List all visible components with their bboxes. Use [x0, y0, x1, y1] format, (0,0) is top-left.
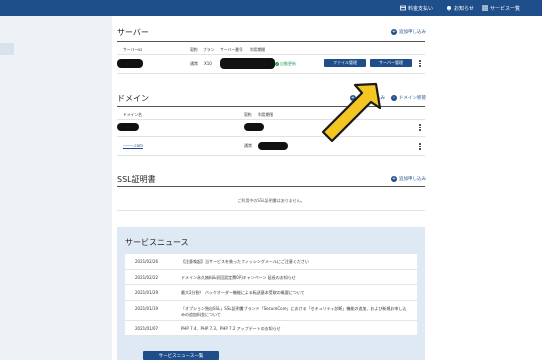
service-list-label: サービス一覧: [490, 5, 521, 12]
news-date: 2021/02/22: [135, 274, 159, 280]
news-item[interactable]: 2021/02/22 ドメイン永久無料&初回設定費0円キャンペーン 延長のお知ら…: [125, 270, 417, 285]
service-news-panel: サービスニュース 2021/02/26 【注意喚起】当サービスを装ったフィッシン…: [117, 227, 425, 360]
news-item[interactable]: 2021/01/07 PHP 7.4、PHP 7.3、PHP 7.2 アップデー…: [125, 321, 417, 336]
notifications-link[interactable]: お知らせ: [446, 3, 474, 13]
server-plan: X10: [204, 61, 212, 66]
notifications-label: お知らせ: [454, 5, 474, 12]
ssl-add-link[interactable]: + 追加申し込み: [391, 176, 426, 182]
ssl-row-divider: [117, 210, 425, 211]
grid-icon: [482, 5, 488, 11]
plus-circle-icon: +: [391, 29, 397, 35]
news-title: サービスニュース: [125, 238, 189, 247]
right-panel: [430, 16, 542, 360]
server-row-divider: [117, 73, 425, 74]
news-item[interactable]: 2021/01/29 最大2分割！ バックオーダー機能による転送基本受取の概要に…: [125, 285, 417, 301]
col-header-domain-period: 利用期限: [258, 112, 274, 117]
server-add-label: 追加申し込み: [399, 30, 426, 35]
news-text: 「オプション独自SSL」SSL証明書ブランド「SecureCore」における「セ…: [181, 305, 407, 317]
yellow-arrow-annotation: [321, 82, 382, 143]
news-date: 2021/01/19: [135, 305, 159, 311]
server-header-divider: [117, 54, 425, 55]
server-more-icon[interactable]: [419, 60, 421, 67]
domain-name-link[interactable]: -------.com: [123, 143, 143, 148]
payment-link[interactable]: 料金支払い: [400, 3, 433, 13]
domain-more-icon[interactable]: [419, 124, 421, 131]
server-add-link[interactable]: + 追加申し込み: [391, 29, 426, 35]
redacted-domain-name: [117, 123, 139, 131]
col-header-domain-contract: 契約: [244, 112, 252, 117]
server-contract: 通常: [190, 61, 198, 66]
server-divider: [117, 41, 425, 42]
col-header-domain-name: ドメイン名: [123, 112, 142, 117]
redacted-server-number: [220, 58, 275, 69]
col-header-plan: プラン: [203, 47, 215, 52]
col-header-contract: 契約: [190, 47, 198, 52]
left-sidebar: [0, 16, 95, 360]
payment-icon: [400, 5, 406, 11]
auto-renew-status: ✓ 自動更新: [275, 61, 296, 67]
domain-contract: 通常: [244, 143, 252, 148]
auto-renew-label: 自動更新: [280, 61, 296, 66]
news-text: ドメイン永久無料&初回設定費0円キャンペーン 延長のお知らせ: [181, 274, 296, 280]
news-date: 2021/01/07: [135, 325, 159, 331]
redacted-domain-period: [258, 142, 288, 150]
plus-circle-icon: +: [391, 176, 397, 182]
news-text: 【注意喚起】当サービスを装ったフィッシングメールにご注意ください: [181, 259, 309, 264]
news-list-button[interactable]: サービスニュース一覧: [143, 351, 219, 360]
ssl-add-label: 追加申し込み: [399, 177, 426, 182]
domain-row-divider-2: [117, 155, 425, 156]
col-header-server-number: サーバー番号: [220, 47, 243, 52]
news-text: 最大2分割！ バックオーダー機能による転送基本受取の概要について: [181, 290, 305, 295]
sidebar-active-indicator: [0, 43, 14, 55]
news-list: 2021/02/26 【注意喚起】当サービスを装ったフィッシングメールにご注意く…: [125, 254, 417, 336]
service-list-link[interactable]: サービス一覧: [482, 3, 520, 13]
bell-icon: [447, 6, 451, 11]
news-item[interactable]: 2021/01/19 「オプション独自SSL」SSL証明書ブランド「Secure…: [125, 301, 417, 321]
news-date: 2021/02/26: [135, 259, 159, 264]
redacted-server-id: [117, 59, 143, 68]
news-text: PHP 7.4、PHP 7.3、PHP 7.2 アップデートのお知らせ: [181, 325, 281, 331]
domain-section-title: ドメイン: [117, 94, 149, 103]
ssl-section-title: SSL証明書: [117, 175, 156, 184]
domain-transfer-label: ドメイン移管: [399, 96, 426, 101]
server-section-title: サーバー: [117, 28, 149, 37]
domain-more-icon-2[interactable]: [419, 143, 421, 150]
file-manager-button[interactable]: ファイル管理: [324, 59, 366, 67]
server-manager-button[interactable]: サーバー管理: [370, 59, 412, 67]
ssl-empty-message: ご利用中のSSL証明書はありません。: [237, 198, 305, 203]
redacted-domain-contract: [244, 123, 264, 131]
check-circle-icon: ✓: [275, 62, 279, 66]
news-item[interactable]: 2021/02/26 【注意喚起】当サービスを装ったフィッシングメールにご注意く…: [125, 254, 417, 270]
payment-label: 料金支払い: [408, 5, 434, 12]
col-header-server-id: サーバーID: [123, 47, 143, 52]
top-navigation-bar: 料金支払い お知らせ サービス一覧: [0, 0, 542, 16]
ssl-divider: [117, 186, 425, 187]
news-date: 2021/01/29: [135, 290, 159, 295]
col-header-period: 利用期間: [250, 47, 266, 52]
